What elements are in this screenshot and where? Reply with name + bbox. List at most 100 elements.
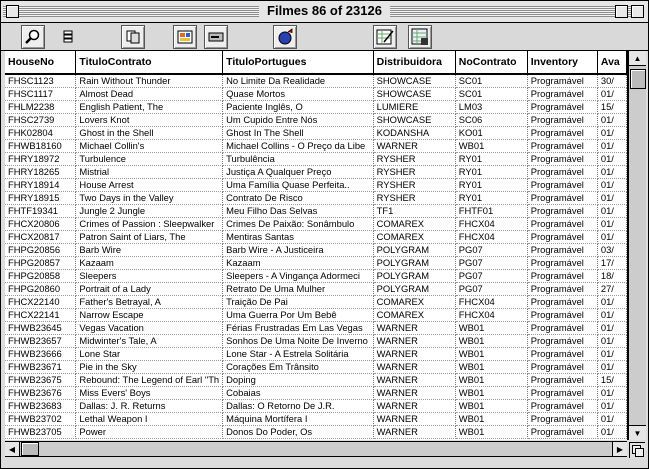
table-cell[interactable]: WARNER — [373, 425, 456, 439]
table-cell[interactable]: WARNER — [373, 412, 456, 426]
table-cell[interactable]: RY01 — [455, 152, 528, 166]
table-row[interactable]: FHLM2238 English Patient, The Paciente Ing… — [5, 100, 627, 114]
table-cell[interactable]: WB01 — [455, 334, 528, 348]
table-cell[interactable]: Cobaias — [222, 386, 374, 400]
table-cell[interactable]: SC06 — [455, 113, 528, 127]
table-cell[interactable]: FHTF01 — [455, 204, 528, 218]
sheet-options-button[interactable] — [408, 25, 432, 49]
table-cell[interactable]: Barb Wire - A Justiceira — [222, 243, 374, 257]
script-button[interactable] — [273, 25, 297, 49]
table-cell[interactable]: FHCX20806 — [5, 217, 77, 231]
table-row[interactable]: FHRY18265 Mistrial Justiça A Qualquer Preç… — [5, 165, 627, 179]
table-cell[interactable]: Patron Saint of Liars, The — [75, 230, 224, 244]
table-cell[interactable]: Sleepers — [75, 269, 224, 283]
table-cell[interactable]: Sleepers - A Vingança Adormeci — [222, 269, 374, 283]
table-cell[interactable]: Sonhos De Uma Noite De Inverno — [222, 334, 374, 348]
table-cell[interactable]: FHCX04 — [455, 308, 528, 322]
table-cell[interactable]: Máquina Mortífera I — [222, 412, 374, 426]
table-cell[interactable]: FHPG20857 — [5, 256, 77, 270]
column-header[interactable]: Inventory — [527, 51, 598, 75]
table-cell[interactable]: Rebound: The Legend of Earl "Th — [75, 373, 224, 387]
table-cell[interactable]: 01/ — [597, 126, 627, 140]
table-cell[interactable]: 01/ — [597, 412, 627, 426]
column-header[interactable]: TituloPortugues — [222, 51, 374, 75]
table-cell[interactable]: 30/ — [597, 74, 627, 88]
table-cell[interactable]: Programável — [527, 308, 598, 322]
table-cell[interactable]: LUMIERE — [373, 100, 456, 114]
resize-grow-box[interactable] — [629, 442, 645, 458]
table-cell[interactable]: Férias Frustradas Em Las Vegas — [222, 321, 374, 335]
title-bar[interactable]: Filmes 86 of 23126 — [1, 1, 648, 23]
table-cell[interactable]: RY01 — [455, 191, 528, 205]
table-cell[interactable]: 01/ — [597, 321, 627, 335]
table-cell[interactable]: RYSHER — [373, 191, 456, 205]
table-cell[interactable]: Meu Filho Das Selvas — [222, 204, 374, 218]
scroll-up-arrow[interactable]: ▲ — [629, 51, 646, 66]
column-header[interactable]: Distribuidora — [373, 51, 456, 75]
table-cell[interactable]: Uma Família Quase Perfeita.. — [222, 178, 374, 192]
table-cell[interactable]: PG07 — [455, 282, 528, 296]
table-cell[interactable]: FHCX22141 — [5, 308, 77, 322]
table-cell[interactable]: POLYGRAM — [373, 282, 456, 296]
table-row[interactable]: FHRY18972 Turbulence Turbulência RYSHER RY01… — [5, 152, 627, 166]
table-cell[interactable]: SHOWCASE — [373, 87, 456, 101]
table-row[interactable]: FHCX20817 Patron Saint of Liars, The Menti… — [5, 230, 627, 244]
table-cell[interactable]: WB01 — [455, 399, 528, 413]
table-row[interactable]: FHPG20858 Sleepers Sleepers - A Vingança A… — [5, 269, 627, 283]
table-cell[interactable]: Lovers Knot — [75, 113, 224, 127]
table-cell[interactable]: COMAREX — [373, 230, 456, 244]
table-cell[interactable]: Mentiras Santas — [222, 230, 374, 244]
table-cell[interactable]: Programável — [527, 74, 598, 88]
table-cell[interactable]: Father's Betrayal, A — [75, 295, 224, 309]
table-cell[interactable]: Traição De Pai — [222, 295, 374, 309]
table-cell[interactable]: 01/ — [597, 178, 627, 192]
table-cell[interactable]: RYSHER — [373, 152, 456, 166]
table-row[interactable]: FHWB23683 Dallas: J. R. Returns Dallas: O … — [5, 399, 627, 413]
table-cell[interactable]: 01/ — [597, 230, 627, 244]
table-row[interactable]: FHWB18160 Michael Collin's Michael Collins… — [5, 139, 627, 153]
table-row[interactable]: FHPG20856 Barb Wire Barb Wire - A Justicei… — [5, 243, 627, 257]
table-cell[interactable]: KODANSHA — [373, 126, 456, 140]
table-cell[interactable]: WARNER — [373, 360, 456, 374]
vertical-scrollbar[interactable]: ▲ ▼ — [628, 51, 646, 440]
table-cell[interactable]: FHWB23671 — [5, 360, 77, 374]
table-cell[interactable]: Kazaam — [75, 256, 224, 270]
table-cell[interactable]: Programável — [527, 425, 598, 439]
vertical-scroll-thumb[interactable] — [630, 69, 646, 89]
table-cell[interactable]: Programável — [527, 126, 598, 140]
table-cell[interactable]: FHSC1117 — [5, 87, 77, 101]
table-cell[interactable]: SHOWCASE — [373, 74, 456, 88]
table-row[interactable]: FHRY18914 House Arrest Uma Família Quase P… — [5, 178, 627, 192]
table-cell[interactable]: Midwinter's Tale, A — [75, 334, 224, 348]
table-cell[interactable]: FHPG20856 — [5, 243, 77, 257]
table-cell[interactable]: 01/ — [597, 165, 627, 179]
table-cell[interactable]: 15/ — [597, 373, 627, 387]
table-cell[interactable]: Programável — [527, 386, 598, 400]
table-cell[interactable]: Programável — [527, 243, 598, 257]
table-cell[interactable]: WB01 — [455, 139, 528, 153]
table-cell[interactable]: Programável — [527, 360, 598, 374]
table-cell[interactable]: Doping — [222, 373, 374, 387]
table-cell[interactable]: Programável — [527, 321, 598, 335]
table-cell[interactable]: Crimes of Passion : Sleepwalker — [75, 217, 224, 231]
table-cell[interactable]: WARNER — [373, 139, 456, 153]
table-cell[interactable]: POLYGRAM — [373, 243, 456, 257]
table-cell[interactable]: 01/ — [597, 295, 627, 309]
table-cell[interactable]: WARNER — [373, 334, 456, 348]
table-cell[interactable]: TF1 — [373, 204, 456, 218]
drive-button[interactable] — [204, 25, 228, 49]
table-cell[interactable]: Turbulence — [75, 152, 224, 166]
table-row[interactable]: FHWB23676 Miss Evers' Boys Cobaias WARNER WB… — [5, 386, 627, 400]
table-cell[interactable]: Programável — [527, 256, 598, 270]
table-cell[interactable]: SC01 — [455, 74, 528, 88]
table-cell[interactable]: 01/ — [597, 204, 627, 218]
table-cell[interactable]: RYSHER — [373, 178, 456, 192]
table-cell[interactable]: WARNER — [373, 321, 456, 335]
table-row[interactable]: FHPG20857 Kazaam Kazaam POLYGRAM PG07 Program… — [5, 256, 627, 270]
table-cell[interactable]: FHWB23705 — [5, 425, 77, 439]
table-cell[interactable]: WB01 — [455, 321, 528, 335]
table-cell[interactable]: Lone Star - A Estrela Solitária — [222, 347, 374, 361]
table-cell[interactable]: FHRY18914 — [5, 178, 77, 192]
table-cell[interactable]: FHWB23657 — [5, 334, 77, 348]
table-cell[interactable]: 01/ — [597, 386, 627, 400]
